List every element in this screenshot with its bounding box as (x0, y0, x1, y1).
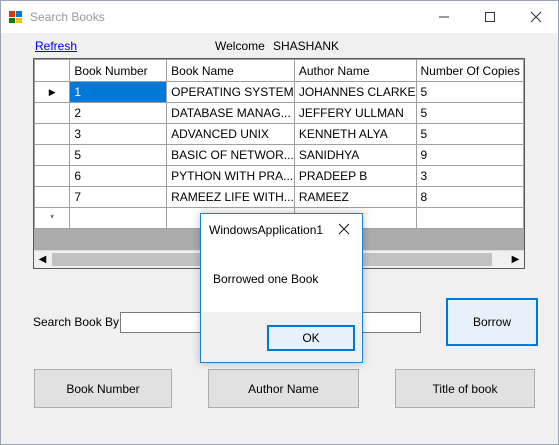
row-header[interactable] (34, 165, 71, 187)
column-header-author-name[interactable]: Author Name (293, 59, 417, 82)
dialog-close-icon[interactable] (337, 222, 351, 236)
table-cell[interactable]: 9 (415, 144, 524, 166)
table-cell[interactable]: 3 (69, 123, 168, 145)
table-cell[interactable]: 3 (415, 165, 524, 187)
current-row-arrow-icon: ▶ (48, 86, 56, 97)
new-row-marker: * (50, 213, 54, 223)
table-row[interactable]: 5 BASIC OF NETWOR... SANIDHYA 9 (34, 144, 524, 166)
minimize-icon (439, 16, 449, 18)
table-cell[interactable]: 5 (415, 102, 524, 124)
minimize-button[interactable] (421, 1, 467, 33)
row-header[interactable] (34, 102, 71, 124)
title-of-book-button[interactable]: Title of book (395, 369, 535, 408)
table-row[interactable]: 6 PYTHON WITH PRA... PRADEEP B 3 (34, 165, 524, 187)
author-name-button[interactable]: Author Name (208, 369, 359, 408)
search-book-by-label: Search Book By (33, 315, 120, 329)
table-cell[interactable]: PYTHON WITH PRA... (166, 165, 295, 187)
table-cell[interactable]: 2 (69, 102, 168, 124)
table-cell[interactable]: KENNETH ALYA (293, 123, 417, 145)
table-cell[interactable]: ADVANCED UNIX (166, 123, 295, 145)
table-cell[interactable]: 1 (69, 81, 168, 103)
table-cell[interactable]: PRADEEP B (293, 165, 417, 187)
column-header-book-name[interactable]: Book Name (166, 59, 295, 82)
book-number-button[interactable]: Book Number (34, 369, 172, 408)
row-header[interactable]: * (34, 207, 71, 229)
table-cell[interactable]: BASIC OF NETWOR... (166, 144, 295, 166)
welcome-label: Welcome (215, 39, 265, 53)
table-cell[interactable]: DATABASE MANAG... (166, 102, 295, 124)
message-box-dialog: WindowsApplication1 Borrowed one Book OK (200, 213, 363, 363)
scroll-right-arrow-icon[interactable]: ▶ (507, 251, 524, 268)
dialog-message: Borrowed one Book (213, 272, 319, 286)
table-cell[interactable]: SANIDHYA (293, 144, 417, 166)
books-table: Book Number Book Name Author Name Number… (34, 59, 524, 229)
column-header-book-number[interactable]: Book Number (69, 59, 168, 82)
username-label: SHASHANK (273, 39, 340, 53)
dialog-title: WindowsApplication1 (209, 223, 324, 237)
table-cell[interactable] (69, 207, 168, 229)
borrow-button[interactable]: Borrow (446, 298, 538, 346)
table-row[interactable]: 7 RAMEEZ LIFE WITH... RAMEEZ 8 (34, 186, 524, 208)
close-icon (530, 11, 542, 23)
column-header-number-of-copies[interactable]: Number Of Copies (415, 59, 524, 82)
title-bar[interactable]: Search Books (1, 1, 558, 33)
table-cell[interactable]: JOHANNES CLARKE (293, 81, 417, 103)
row-header[interactable] (34, 186, 71, 208)
row-header[interactable] (34, 123, 71, 145)
scroll-left-arrow-icon[interactable]: ◀ (34, 251, 51, 268)
table-row[interactable]: 2 DATABASE MANAG... JEFFERY ULLMAN 5 (34, 102, 524, 124)
table-cell[interactable]: 7 (69, 186, 168, 208)
maximize-button[interactable] (467, 1, 513, 33)
table-cell[interactable]: 5 (415, 123, 524, 145)
table-cell[interactable]: 6 (69, 165, 168, 187)
table-cell[interactable]: RAMEEZ LIFE WITH... (166, 186, 295, 208)
table-cell[interactable]: 5 (415, 81, 524, 103)
app-icon (9, 11, 22, 23)
close-button[interactable] (513, 1, 559, 33)
maximize-icon (485, 12, 495, 22)
table-row[interactable]: 3 ADVANCED UNIX KENNETH ALYA 5 (34, 123, 524, 145)
search-books-window: Search Books Refresh Welcome SHASHANK Bo… (0, 0, 559, 445)
window-title: Search Books (30, 10, 105, 24)
ok-button[interactable]: OK (267, 325, 355, 351)
table-cell[interactable]: OPERATING SYSTEM (166, 81, 295, 103)
row-header[interactable] (34, 144, 71, 166)
table-cell[interactable]: JEFFERY ULLMAN (293, 102, 417, 124)
table-cell[interactable] (415, 207, 524, 229)
table-cell[interactable]: 8 (415, 186, 524, 208)
table-row[interactable]: ▶ 1 OPERATING SYSTEM JOHANNES CLARKE 5 (34, 81, 524, 103)
refresh-link[interactable]: Refresh (35, 39, 77, 53)
dialog-footer: OK (201, 312, 362, 362)
row-header[interactable]: ▶ (34, 81, 71, 103)
table-cell[interactable]: 5 (69, 144, 168, 166)
table-cell[interactable]: RAMEEZ (293, 186, 417, 208)
table-header-row: Book Number Book Name Author Name Number… (34, 59, 524, 82)
corner-header[interactable] (34, 59, 71, 82)
